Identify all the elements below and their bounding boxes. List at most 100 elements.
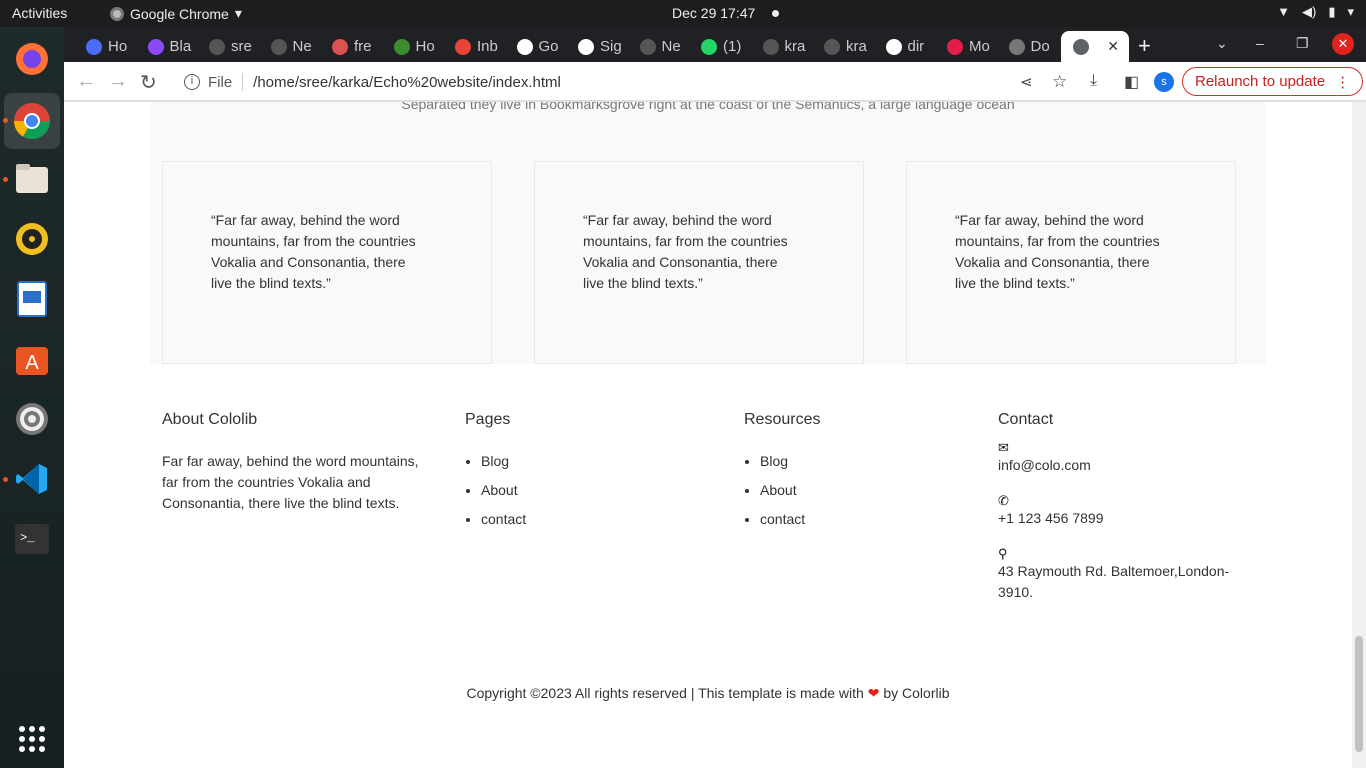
restore-icon[interactable]: ❐ (1296, 35, 1309, 52)
tab-favicon-icon (1008, 38, 1025, 55)
browser-tab[interactable]: kra (812, 31, 870, 62)
footer-link-contact[interactable]: contact (760, 509, 964, 530)
more-vert-icon: ⋮ (1335, 73, 1351, 91)
activities-button[interactable]: Activities (12, 5, 67, 21)
tab-label: fre (354, 38, 372, 55)
page-scrollbar[interactable] (1352, 102, 1366, 768)
side-panel-icon[interactable]: ◧ (1124, 72, 1139, 92)
copyright: Copyright ©2023 All rights reserved | Th… (64, 685, 1352, 702)
battery-icon: ▮ (1328, 4, 1336, 19)
footer-link-blog[interactable]: Blog (481, 451, 685, 472)
chrome-icon[interactable] (4, 93, 60, 149)
new-tab-button[interactable]: + (1138, 33, 1151, 59)
copyright-brand[interactable]: by Colorlib (883, 685, 949, 701)
profile-avatar[interactable]: s (1154, 72, 1174, 92)
back-icon[interactable]: ← (76, 70, 96, 93)
tab-active[interactable]: ✕ (1061, 31, 1129, 62)
browser-tab[interactable]: Sig (566, 31, 624, 62)
tab-favicon-icon (516, 38, 533, 55)
running-indicator-icon (3, 118, 8, 123)
app-grid-icon[interactable] (12, 719, 52, 759)
svg-text:>_: >_ (20, 531, 35, 545)
url-text[interactable]: /home/sree/karka/Echo%20website/index.ht… (253, 74, 561, 91)
browser-tab[interactable]: Ho (74, 31, 132, 62)
tab-label: Ne (292, 38, 312, 55)
footer-link-blog[interactable]: Blog (760, 451, 964, 472)
contact-email-text[interactable]: info@colo.com (998, 457, 1091, 473)
browser-tab[interactable]: Ne (259, 31, 317, 62)
footer-link-about[interactable]: About (760, 480, 964, 501)
scrollbar-thumb[interactable] (1355, 636, 1363, 752)
globe-icon (1073, 38, 1089, 55)
tab-label: (1) (723, 38, 742, 55)
contact-address-text: 43 Raymouth Rd. Baltemoer,London-3910. (998, 563, 1230, 600)
browser-tab[interactable]: Ho (382, 31, 440, 62)
close-tab-icon[interactable]: ✕ (1107, 38, 1119, 55)
tab-label: kra (846, 38, 867, 55)
web-page: Separated they live in Bookmarksgrove ri… (64, 102, 1352, 768)
footer-link-contact[interactable]: contact (481, 509, 685, 530)
envelope-icon: ✉ (998, 440, 1009, 455)
clock[interactable]: Dec 29 17:47 (672, 5, 755, 21)
tab-label: dir (907, 38, 925, 55)
divider (242, 73, 244, 91)
browser-tab[interactable]: sre (197, 31, 255, 62)
site-info-icon[interactable]: i (184, 74, 200, 90)
tab-label: Ho (108, 38, 128, 55)
tab-label: Go (538, 38, 559, 55)
browser-tab[interactable]: Do (997, 31, 1055, 62)
tab-strip: Ho Bla sre Ne fre Ho Inb Go Sig Ne (1) kra kra dir Mo D… (64, 27, 1366, 62)
contact-phone-text[interactable]: +1 123 456 7899 (998, 510, 1104, 526)
browser-tab[interactable]: Mo (935, 31, 993, 62)
tab-favicon-icon (332, 38, 348, 55)
browser-tab[interactable]: (1) (689, 31, 747, 62)
browser-tab[interactable]: Go (505, 31, 563, 62)
testimonial-card: “Far far away, behind the word mountains… (162, 161, 492, 364)
firefox-icon[interactable] (12, 39, 52, 79)
share-icon[interactable]: ⋖ (1020, 73, 1033, 91)
vscode-icon[interactable] (12, 459, 52, 499)
browser-tab[interactable]: kra (751, 31, 809, 62)
chevron-down-icon: ▾ (234, 5, 242, 21)
rhythmbox-icon[interactable] (12, 219, 52, 259)
settings-icon[interactable] (12, 399, 52, 439)
footer-link-about[interactable]: About (481, 480, 685, 501)
tab-label: Bla (169, 38, 192, 55)
system-tray[interactable]: ▼ ◀) ▮ ▾ (1277, 4, 1354, 20)
download-icon[interactable]: ⤓ (1090, 72, 1097, 90)
terminal-icon[interactable]: >_ (12, 519, 52, 559)
browser-tab[interactable]: Ne (628, 31, 686, 62)
tab-favicon-icon (455, 38, 471, 55)
software-center-icon[interactable]: A (12, 339, 52, 379)
libreoffice-writer-icon[interactable] (12, 279, 52, 319)
tab-favicon-icon (701, 38, 717, 55)
tab-favicon-icon (578, 38, 594, 55)
forward-icon[interactable]: → (108, 70, 128, 93)
relaunch-button[interactable]: Relaunch to update ⋮ (1182, 67, 1364, 96)
reload-icon[interactable]: ↻ (140, 70, 157, 95)
tab-favicon-icon (147, 38, 164, 55)
footer-about-title: About Cololib (162, 411, 258, 428)
browser-tab[interactable]: dir (874, 31, 932, 62)
footer-pages-title: Pages (465, 411, 511, 428)
notification-dot-icon (772, 10, 779, 17)
files-icon[interactable] (12, 159, 52, 199)
browser-tab[interactable]: Inb (443, 31, 501, 62)
tab-favicon-icon (947, 38, 963, 55)
tab-search-icon[interactable]: ⌄ (1216, 35, 1228, 52)
tab-label: Ne (661, 38, 681, 55)
browser-tab[interactable]: fre (320, 31, 378, 62)
address-bar[interactable]: i File /home/sree/karka/Echo%20website/i… (172, 66, 1077, 98)
app-menu[interactable]: Google Chrome ▾ (110, 5, 242, 22)
tab-label: Mo (969, 38, 990, 55)
close-window-icon[interactable]: ✕ (1332, 33, 1354, 55)
browser-tab[interactable]: Bla (136, 31, 194, 62)
bookmark-star-icon[interactable]: ☆ (1052, 72, 1067, 92)
minimize-icon[interactable]: – (1256, 35, 1264, 51)
phone-icon: ✆ (998, 493, 1009, 508)
tab-favicon-icon (209, 38, 225, 55)
contact-email: ✉ info@colo.com (998, 437, 1248, 476)
running-indicator-icon (3, 177, 8, 182)
footer-about-text: Far far away, behind the word mountains,… (162, 453, 419, 511)
contact-phone: ✆ +1 123 456 7899 (998, 490, 1248, 529)
